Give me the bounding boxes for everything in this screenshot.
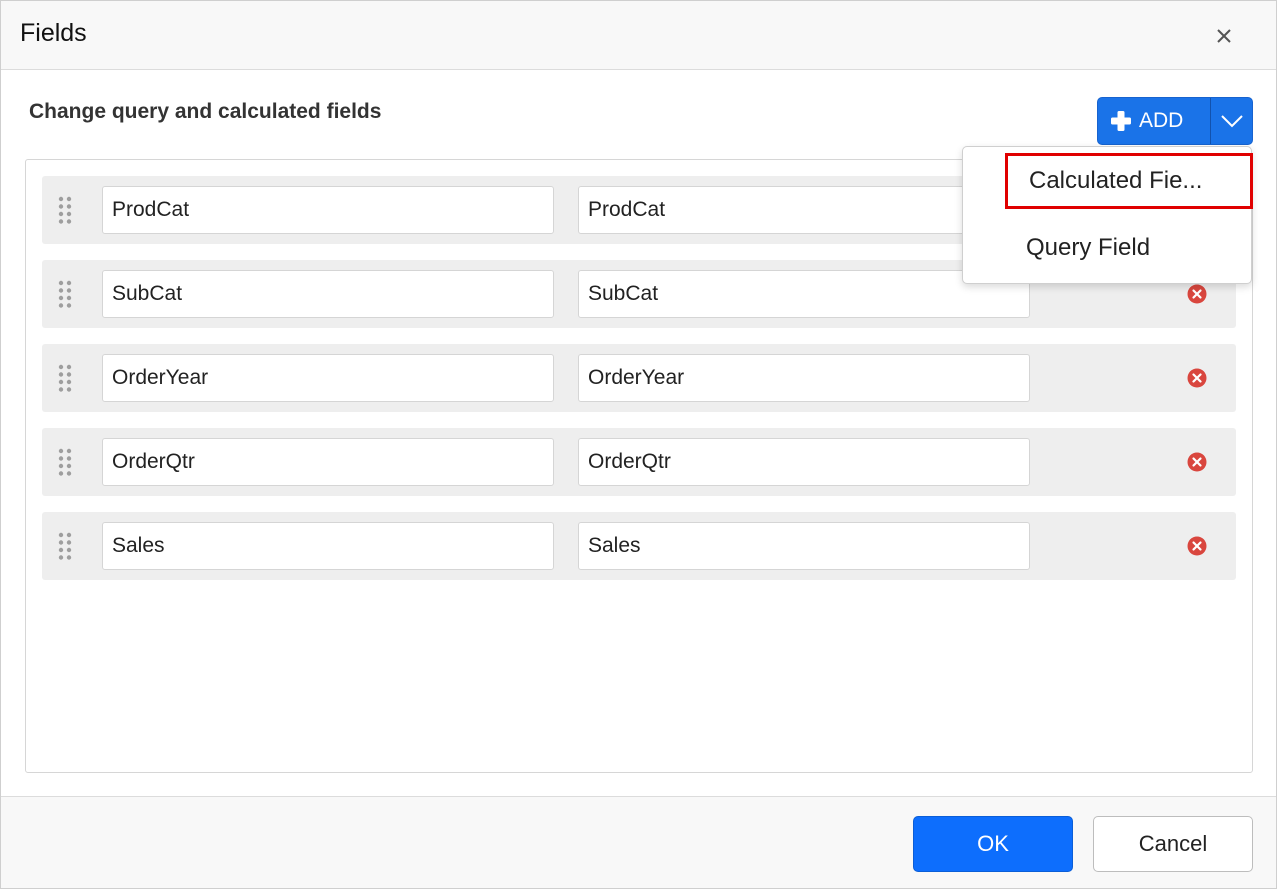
remove-circle-icon[interactable] bbox=[1187, 536, 1207, 556]
field-row bbox=[42, 344, 1236, 412]
add-dropdown-toggle[interactable] bbox=[1211, 98, 1252, 144]
add-dropdown-menu: Calculated Fie... Query Field bbox=[962, 146, 1253, 284]
field-row bbox=[42, 512, 1236, 580]
cancel-button[interactable]: Cancel bbox=[1093, 816, 1253, 872]
close-icon bbox=[1217, 29, 1231, 43]
field-name-input[interactable] bbox=[102, 438, 554, 486]
plus-icon bbox=[1111, 111, 1131, 131]
remove-circle-icon[interactable] bbox=[1187, 284, 1207, 304]
field-name-input[interactable] bbox=[102, 354, 554, 402]
close-button[interactable] bbox=[1209, 21, 1239, 51]
field-alias-input[interactable] bbox=[578, 522, 1030, 570]
drag-handle-icon[interactable] bbox=[56, 532, 74, 560]
field-alias-input[interactable] bbox=[578, 438, 1030, 486]
field-alias-input[interactable] bbox=[578, 354, 1030, 402]
field-name-input[interactable] bbox=[102, 186, 554, 234]
dialog-title: Fields bbox=[20, 19, 87, 47]
ok-button[interactable]: OK bbox=[913, 816, 1073, 872]
add-button-label: ADD bbox=[1139, 109, 1184, 132]
field-name-input[interactable] bbox=[102, 270, 554, 318]
menu-item-query-field[interactable]: Query Field bbox=[1005, 219, 1245, 277]
field-name-input[interactable] bbox=[102, 522, 554, 570]
drag-handle-icon[interactable] bbox=[56, 196, 74, 224]
field-row bbox=[42, 428, 1236, 496]
add-button[interactable]: ADD bbox=[1098, 98, 1210, 144]
fields-dialog: Fields Change query and calculated field… bbox=[0, 0, 1277, 889]
dialog-footer: OK Cancel bbox=[1, 796, 1276, 888]
remove-circle-icon[interactable] bbox=[1187, 368, 1207, 388]
dialog-header: Fields bbox=[1, 1, 1276, 70]
drag-handle-icon[interactable] bbox=[56, 364, 74, 392]
add-split-button: ADD bbox=[1097, 97, 1253, 145]
dialog-subtitle: Change query and calculated fields bbox=[29, 100, 382, 123]
remove-circle-icon[interactable] bbox=[1187, 452, 1207, 472]
drag-handle-icon[interactable] bbox=[56, 448, 74, 476]
chevron-down-icon bbox=[1221, 115, 1243, 128]
drag-handle-icon[interactable] bbox=[56, 280, 74, 308]
menu-item-calculated-field[interactable]: Calculated Fie... bbox=[1005, 153, 1253, 209]
